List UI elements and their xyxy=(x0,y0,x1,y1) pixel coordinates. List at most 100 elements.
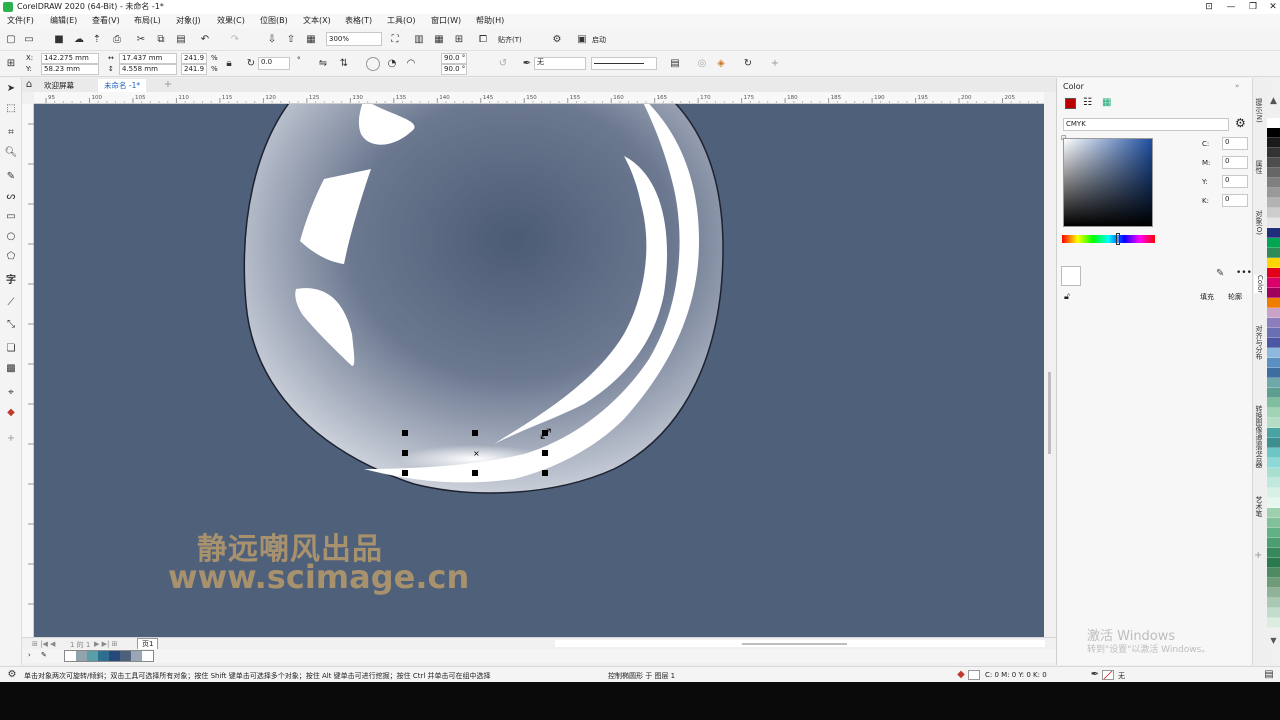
color-eyedropper-icon[interactable]: ✎ xyxy=(1216,268,1224,279)
menu-edit[interactable]: 编辑(E) xyxy=(50,15,77,26)
color-options-gear-icon[interactable]: ⚙ xyxy=(1235,116,1246,130)
outline-width-select[interactable]: 无 xyxy=(534,57,586,70)
palette-swatch[interactable] xyxy=(1267,308,1280,318)
palette-eyedropper-icon[interactable]: ✎ xyxy=(41,651,47,659)
text-tool-icon[interactable]: 字 xyxy=(4,274,18,288)
document-palette-swatch[interactable] xyxy=(120,651,131,661)
cloud-icon[interactable]: ☁ xyxy=(72,33,86,47)
palette-swatch[interactable] xyxy=(1267,278,1280,288)
scale-x-field[interactable]: 241.9 xyxy=(181,53,207,64)
document-palette-swatch[interactable] xyxy=(142,651,153,661)
eyedropper-icon[interactable]: ⌖ xyxy=(4,386,18,400)
height-field[interactable]: 4.558 mm xyxy=(119,64,177,75)
palette-swatch[interactable] xyxy=(1267,588,1280,598)
rectangle-tool-icon[interactable]: ▭ xyxy=(4,210,18,224)
document-palette-swatch[interactable] xyxy=(65,651,76,661)
zoom-tool-icon[interactable]: 🔍︎ xyxy=(4,146,18,160)
horizontal-scroll-thumb[interactable] xyxy=(742,643,847,645)
width-field[interactable]: 17.437 mm xyxy=(119,53,177,64)
add-icon[interactable]: + xyxy=(768,57,782,71)
scale-y-field[interactable]: 241.9 xyxy=(181,64,207,75)
vertical-ruler[interactable] xyxy=(22,104,34,637)
document-palette-swatch[interactable] xyxy=(98,651,109,661)
menu-view[interactable]: 查看(V) xyxy=(92,15,120,26)
palette-swatch[interactable] xyxy=(1267,288,1280,298)
color-eyedropper-swatch-icon[interactable] xyxy=(1065,98,1076,109)
palette-swatch[interactable] xyxy=(1267,228,1280,238)
settings-gear-icon[interactable]: ⚙ xyxy=(5,668,19,682)
palette-swatch[interactable] xyxy=(1267,418,1280,428)
palette-swatch[interactable] xyxy=(1267,618,1280,628)
palette-swatch[interactable] xyxy=(1267,128,1280,138)
palette-swatch[interactable] xyxy=(1267,138,1280,148)
palette-swatch[interactable] xyxy=(1267,438,1280,448)
x-position-field[interactable]: 142.275 mm xyxy=(41,53,99,64)
palette-swatch[interactable] xyxy=(1267,568,1280,578)
selection-handle[interactable] xyxy=(542,470,548,476)
docker-tab-artistic-media[interactable]: 艺术笔 xyxy=(1254,496,1264,517)
yellow-field[interactable]: 0 xyxy=(1222,175,1248,188)
mirror-h-icon[interactable]: ⇋ xyxy=(316,57,330,71)
artistic-media-icon[interactable]: ᔕ xyxy=(4,190,18,204)
to-back-icon[interactable]: ◎ xyxy=(695,57,709,71)
menu-layout[interactable]: 布局(L) xyxy=(134,15,161,26)
menu-tools[interactable]: 工具(O) xyxy=(387,15,416,26)
pie-mode-icon[interactable]: ◔ xyxy=(385,57,399,71)
palette-swatch[interactable] xyxy=(1267,528,1280,538)
freehand-tool-icon[interactable]: ✎ xyxy=(4,170,18,184)
options-gear-icon[interactable]: ⚙ xyxy=(550,33,564,47)
palette-bottom-arrow-icon[interactable]: ▼ xyxy=(1267,636,1280,646)
cut-icon[interactable]: ✂ xyxy=(134,33,148,47)
lock-ratio-icon[interactable]: 🔒︎ xyxy=(222,57,236,71)
palette-swatch[interactable] xyxy=(1267,408,1280,418)
black-field[interactable]: 0 xyxy=(1222,194,1248,207)
palette-swatch[interactable] xyxy=(1267,478,1280,488)
account-icon[interactable]: ⊡ xyxy=(1198,0,1220,14)
palette-swatch[interactable] xyxy=(1267,378,1280,388)
new-tab-icon[interactable]: + xyxy=(161,78,175,92)
maximize-button[interactable]: ❐ xyxy=(1242,0,1264,14)
palette-swatch[interactable] xyxy=(1267,508,1280,518)
palette-swatch[interactable] xyxy=(1267,558,1280,568)
to-front-icon[interactable]: ◈ xyxy=(714,57,728,71)
y-position-field[interactable]: 58.23 mm xyxy=(41,64,99,75)
ellipse-mode-icon[interactable] xyxy=(366,57,380,71)
page-first-icon[interactable]: ⊞ |◀ ◀ xyxy=(32,640,55,648)
selection-handle[interactable] xyxy=(402,430,408,436)
document-palette-swatch[interactable] xyxy=(87,651,98,661)
document-palette-swatches[interactable] xyxy=(64,650,154,662)
copy-icon[interactable]: ⧉ xyxy=(154,33,168,47)
hue-slider[interactable] xyxy=(1062,235,1155,243)
minimize-button[interactable]: — xyxy=(1220,0,1242,14)
docker-tab-properties[interactable]: 属性 xyxy=(1254,160,1264,174)
palette-swatch[interactable] xyxy=(1267,458,1280,468)
home-icon[interactable]: ⌂ xyxy=(22,78,36,92)
zoom-level-select[interactable]: 300% xyxy=(326,32,382,46)
docker-tab-color[interactable]: Color xyxy=(1254,275,1264,294)
launch-icon[interactable]: ▣ xyxy=(575,33,589,47)
menu-object[interactable]: 对象(J) xyxy=(176,15,201,26)
crop-tool-icon[interactable]: ⌗ xyxy=(4,126,18,140)
selection-handle[interactable] xyxy=(402,470,408,476)
palette-arrow-icon[interactable]: › xyxy=(28,651,31,659)
palette-swatch[interactable] xyxy=(1267,578,1280,588)
rotate-icon[interactable]: ↻ xyxy=(244,57,258,71)
palette-swatch[interactable] xyxy=(1267,488,1280,498)
palette-swatch[interactable] xyxy=(1267,368,1280,378)
document-palette-swatch[interactable] xyxy=(131,651,142,661)
menu-help[interactable]: 帮助(H) xyxy=(476,15,504,26)
direction-icon[interactable]: ↺ xyxy=(496,57,510,71)
snap-icon[interactable]: ⧠ xyxy=(476,33,490,47)
palette-swatch[interactable] xyxy=(1267,538,1280,548)
color-picker-field[interactable] xyxy=(1063,138,1153,227)
magenta-field[interactable]: 0 xyxy=(1222,156,1248,169)
color-palettes-icon[interactable]: ▦ xyxy=(1102,97,1111,108)
tab-document[interactable]: 未命名 -1* xyxy=(98,79,147,92)
ellipse-tool-icon[interactable]: ○ xyxy=(4,230,18,244)
polygon-tool-icon[interactable]: ⬠ xyxy=(4,250,18,264)
end-angle-field[interactable]: 90.0 ° xyxy=(441,64,467,75)
full-screen-icon[interactable]: ⛶ xyxy=(388,33,402,47)
palette-swatch[interactable] xyxy=(1267,148,1280,158)
export-icon[interactable]: ⇧ xyxy=(284,33,298,47)
document-palette-swatch[interactable] xyxy=(109,651,120,661)
